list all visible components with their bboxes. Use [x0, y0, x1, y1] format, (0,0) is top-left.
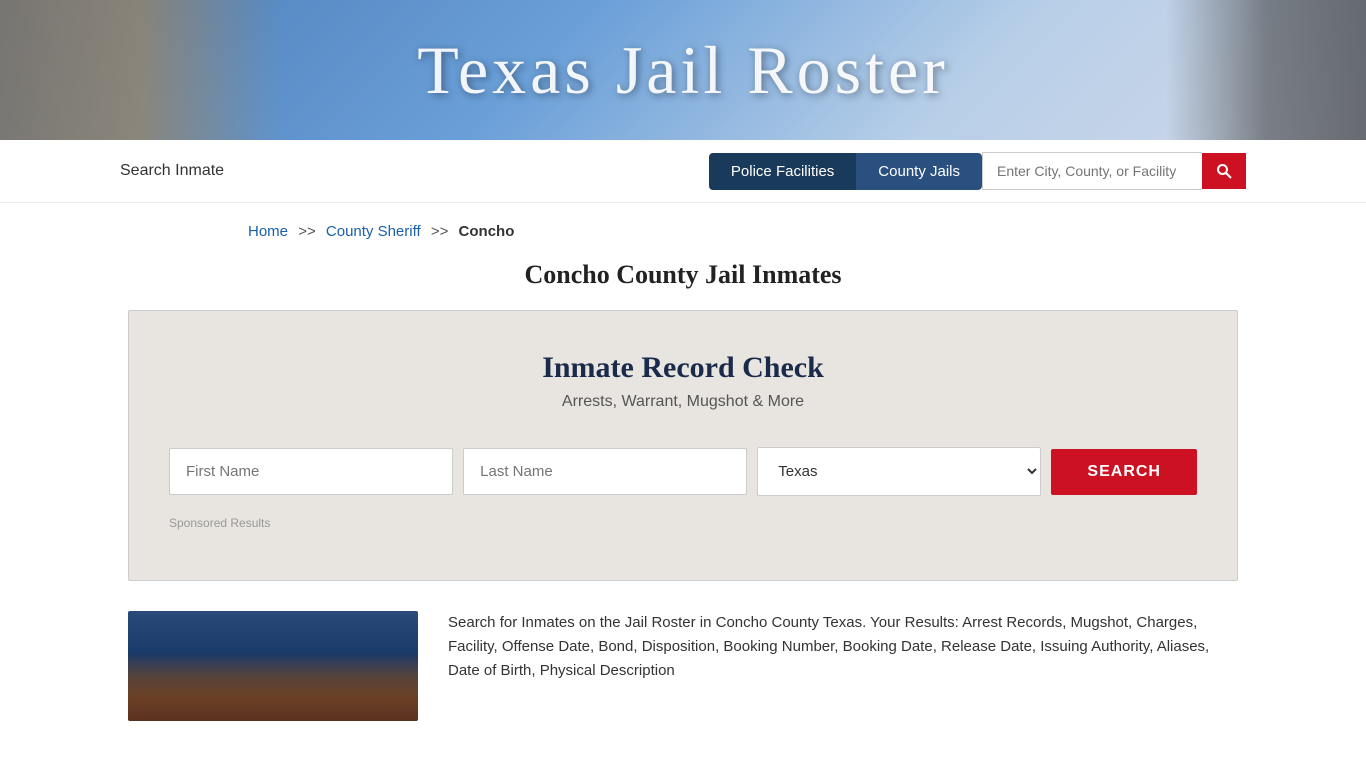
- breadcrumb-sep1: >>: [298, 223, 316, 240]
- breadcrumb: Home >> County Sheriff >> Concho: [128, 203, 1238, 250]
- record-check-title: Inmate Record Check: [169, 351, 1197, 385]
- state-select[interactable]: AlabamaAlaskaArizonaArkansasCaliforniaCo…: [757, 447, 1041, 496]
- record-check-form: AlabamaAlaskaArizonaArkansasCaliforniaCo…: [169, 447, 1197, 496]
- county-jails-button[interactable]: County Jails: [856, 153, 982, 190]
- nav-area: Search Inmate Police Facilities County J…: [0, 140, 1366, 203]
- sponsored-results-label: Sponsored Results: [169, 516, 1197, 530]
- first-name-input[interactable]: [169, 448, 453, 495]
- breadcrumb-county-sheriff[interactable]: County Sheriff: [326, 223, 421, 240]
- search-icon: [1216, 163, 1232, 179]
- facility-search-input[interactable]: [982, 152, 1202, 190]
- last-name-input[interactable]: [463, 448, 747, 495]
- record-check-subtitle: Arrests, Warrant, Mugshot & More: [169, 393, 1197, 411]
- page-title: Concho County Jail Inmates: [128, 250, 1238, 310]
- bottom-description: Search for Inmates on the Jail Roster in…: [448, 611, 1238, 683]
- header-banner: Texas Jail Roster: [0, 0, 1366, 140]
- breadcrumb-home[interactable]: Home: [248, 223, 288, 240]
- main-wrapper: Home >> County Sheriff >> Concho Concho …: [108, 203, 1258, 751]
- county-image: [128, 611, 418, 721]
- facility-search-button[interactable]: [1202, 153, 1246, 189]
- breadcrumb-sep2: >>: [431, 223, 449, 240]
- site-title: Texas Jail Roster: [417, 31, 949, 110]
- police-facilities-button[interactable]: Police Facilities: [709, 153, 856, 190]
- bottom-section: Search for Inmates on the Jail Roster in…: [128, 611, 1238, 751]
- record-check-box: Inmate Record Check Arrests, Warrant, Mu…: [128, 310, 1238, 581]
- nav-right: Police Facilities County Jails: [709, 152, 1246, 190]
- building-silhouette: [128, 651, 418, 721]
- breadcrumb-current: Concho: [459, 223, 515, 240]
- keys-decoration: [1166, 0, 1366, 140]
- search-inmate-label: Search Inmate: [120, 162, 224, 180]
- record-search-button[interactable]: SEARCH: [1051, 449, 1197, 495]
- capitol-decoration: [0, 0, 280, 140]
